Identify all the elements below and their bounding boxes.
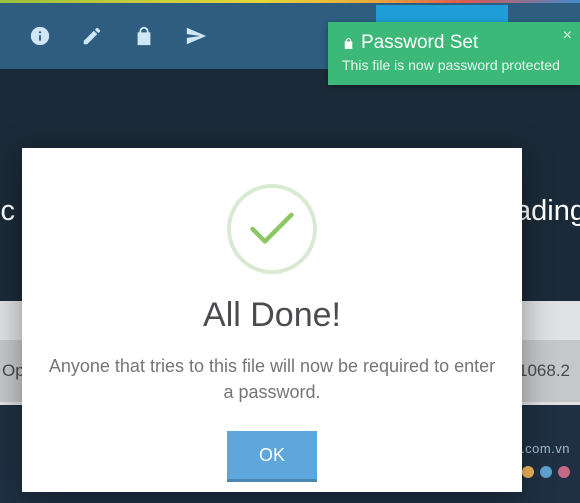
row-right-value: 1068.2	[518, 361, 570, 381]
modal-message: Anyone that tries to this file will now …	[22, 353, 522, 405]
modal-all-done: All Done! Anyone that tries to this file…	[22, 148, 522, 492]
toast-password-set: × Password Set This file is now password…	[328, 22, 580, 85]
modal-title: All Done!	[203, 296, 341, 335]
dot	[558, 466, 570, 478]
watermark-suffix: .com.vn	[521, 441, 570, 456]
paper-plane-icon[interactable]	[170, 3, 222, 69]
pencil-icon[interactable]	[66, 3, 118, 69]
toast-close-button[interactable]: ×	[563, 28, 572, 44]
info-icon[interactable]	[14, 3, 66, 69]
toast-title: Password Set	[342, 32, 566, 54]
toast-title-text: Password Set	[361, 32, 478, 54]
hero-right-fragment: ading	[515, 195, 580, 228]
lock-icon[interactable]	[118, 3, 170, 69]
lock-icon	[342, 36, 355, 51]
dot	[522, 466, 534, 478]
toast-subtitle: This file is now password protected	[342, 57, 566, 73]
hero-left-fragment: ic	[0, 195, 15, 228]
dot	[540, 466, 552, 478]
ok-button[interactable]: OK	[227, 431, 317, 479]
check-icon	[227, 184, 317, 274]
